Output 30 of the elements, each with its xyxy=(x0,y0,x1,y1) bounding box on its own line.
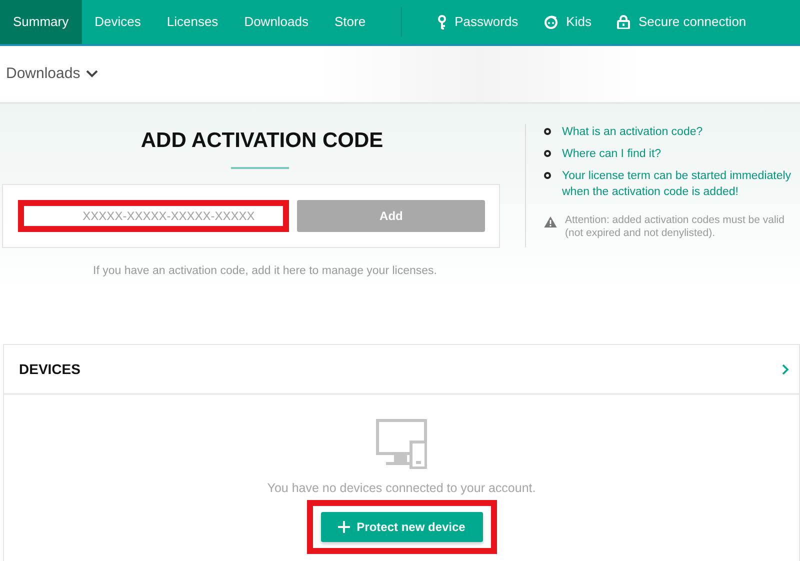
downloads-dropdown[interactable]: Downloads xyxy=(6,62,98,86)
help-link[interactable]: Your license term can be started immediately when the activation code is added! xyxy=(562,168,800,200)
hint-text: If you have an activation code, add it here to manage your licenses. xyxy=(92,264,437,280)
key-icon xyxy=(436,14,447,30)
help-link[interactable]: What is an activation code? xyxy=(562,124,703,140)
bullet-icon xyxy=(544,150,551,157)
card-title: DEVICES xyxy=(19,360,80,378)
help-link[interactable]: Where can I find it? xyxy=(562,146,662,162)
nav-link[interactable]: Passwords xyxy=(424,0,532,44)
nav-tab[interactable]: Devices xyxy=(82,0,154,44)
chevron-down-icon xyxy=(86,70,98,78)
bullet-icon xyxy=(544,128,551,135)
nav-tab[interactable]: Downloads xyxy=(231,0,322,44)
nav-link[interactable]: Kids xyxy=(531,0,604,44)
lock-icon xyxy=(617,15,630,29)
warning-text: Attention: added activation codes must be valid (not expired and not denylisted). xyxy=(565,214,786,240)
bullet-icon xyxy=(544,172,551,179)
protect-device-button[interactable]: Protect new device xyxy=(320,512,482,542)
nav-tab[interactable]: Store xyxy=(322,0,379,44)
warning-icon xyxy=(544,216,557,228)
nav-tab[interactable]: Licenses xyxy=(154,0,232,44)
empty-message: You have no devices connected to your account. xyxy=(267,480,536,497)
section-title: ADD ACTIVATION CODE xyxy=(140,128,384,154)
chevron-right-icon[interactable] xyxy=(782,364,789,374)
plus-icon xyxy=(338,520,350,533)
nav-tab[interactable]: Summary xyxy=(0,0,82,44)
face-icon xyxy=(544,15,558,29)
devices-icon xyxy=(376,419,427,469)
code-input-field[interactable]: XXXXX-XXXXX-XXXXX-XXXXX xyxy=(18,200,290,232)
nav-link[interactable]: Secure connection xyxy=(604,0,760,44)
